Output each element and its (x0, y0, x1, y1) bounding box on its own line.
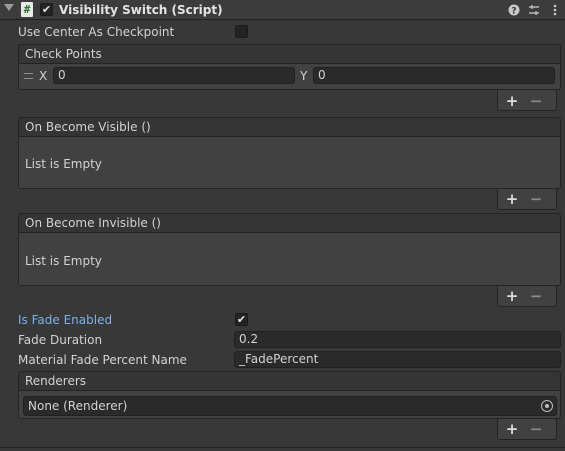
check-points-header[interactable]: Check Points (18, 44, 561, 64)
on-become-visible-header[interactable]: On Become Visible () (18, 117, 561, 137)
add-visible-listener-button[interactable]: + (505, 192, 519, 207)
on-become-invisible-label: On Become Invisible () (25, 216, 161, 230)
on-become-visible-empty: List is Empty (25, 157, 102, 171)
renderers-header[interactable]: Renderers (18, 371, 561, 391)
y-label[interactable]: Y (300, 68, 307, 84)
use-center-label: Use Center As Checkpoint (18, 25, 175, 39)
on-become-invisible-header[interactable]: On Become Invisible () (18, 213, 561, 233)
on-become-visible-label: On Become Visible () (25, 120, 151, 134)
material-fade-label: Material Fade Percent Name (18, 353, 187, 367)
help-icon[interactable]: ? (507, 2, 521, 18)
x-label[interactable]: X (39, 68, 47, 84)
material-fade-input[interactable]: _FadePercent (234, 351, 561, 368)
fade-duration-input[interactable]: 0.2 (234, 331, 561, 348)
add-check-point-button[interactable]: + (505, 94, 519, 109)
preset-icon[interactable] (527, 2, 541, 18)
component-title: Visibility Switch (Script) (59, 3, 223, 17)
divider (0, 447, 565, 448)
renderer-object-field[interactable]: None (Renderer) (23, 396, 557, 416)
svg-text:?: ? (511, 7, 516, 17)
is-fade-enabled-checkbox[interactable]: ✔ (235, 313, 248, 326)
drag-handle-icon[interactable] (24, 73, 33, 79)
script-icon: # (21, 2, 33, 17)
remove-renderer-button[interactable]: − (529, 422, 543, 437)
use-center-checkbox[interactable] (235, 25, 248, 38)
renderer-object-field-value: None (Renderer) (28, 399, 128, 413)
remove-check-point-button[interactable]: − (529, 94, 543, 109)
object-picker-icon[interactable] (541, 400, 553, 412)
add-renderer-button[interactable]: + (505, 422, 519, 437)
renderers-header-label: Renderers (25, 374, 87, 388)
more-icon[interactable] (548, 2, 562, 18)
y-input[interactable]: 0 (313, 67, 555, 84)
component-enabled-checkbox[interactable]: ✔ (40, 3, 53, 16)
x-input[interactable]: 0 (53, 67, 295, 84)
add-invisible-listener-button[interactable]: + (505, 289, 519, 304)
is-fade-enabled-label: Is Fade Enabled (18, 313, 113, 327)
remove-visible-listener-button[interactable]: − (529, 192, 543, 207)
fade-duration-label: Fade Duration (18, 333, 103, 347)
on-become-invisible-empty: List is Empty (25, 254, 102, 268)
foldout-arrow-icon[interactable] (4, 4, 14, 11)
remove-invisible-listener-button[interactable]: − (529, 289, 543, 304)
check-points-header-label: Check Points (25, 47, 102, 61)
